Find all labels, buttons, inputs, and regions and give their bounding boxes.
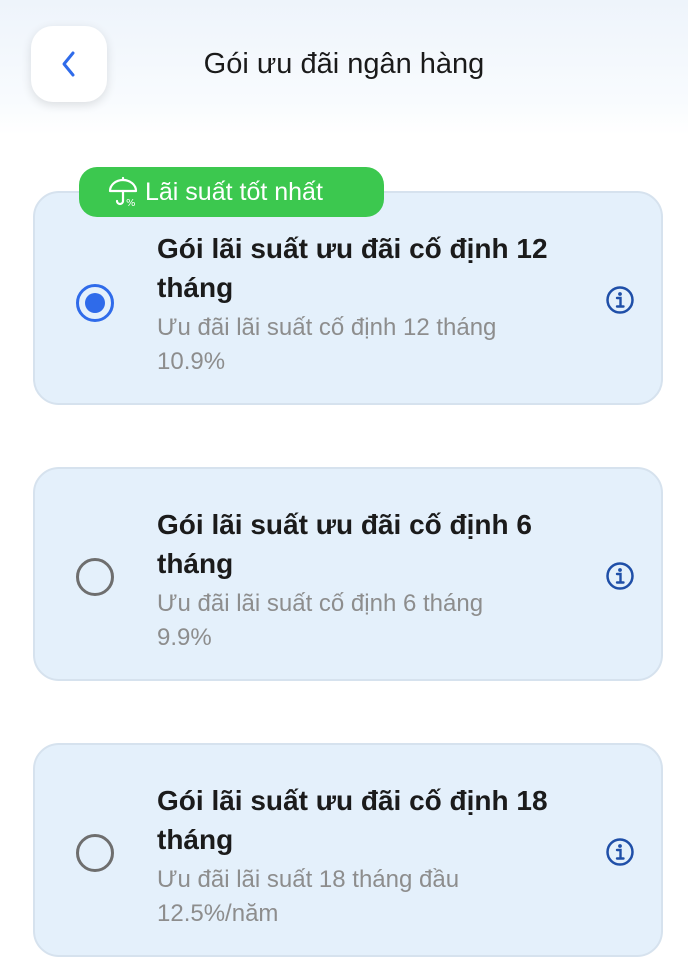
radio-unselected[interactable] <box>76 558 114 596</box>
package-title-line1: Gói lãi suất ưu đãi cố định 6 <box>157 509 532 540</box>
package-rate: 9.9% <box>157 624 212 651</box>
package-description: Ưu đãi lãi suất 18 tháng đầu 12.5%/năm <box>157 863 587 931</box>
package-title-line1: Gói lãi suất ưu đãi cố định 18 <box>157 785 548 816</box>
package-option-6-months[interactable]: Gói lãi suất ưu đãi cố định 6 tháng Ưu đ… <box>33 467 663 681</box>
package-desc-line1: Ưu đãi lãi suất 18 tháng đầu <box>157 866 460 893</box>
package-description: Ưu đãi lãi suất cố định 6 tháng 9.9% <box>157 587 587 655</box>
page-title: Gói ưu đãi ngân hàng <box>203 48 485 80</box>
package-title: Gói lãi suất ưu đãi cố định 6 tháng <box>157 505 587 583</box>
package-title: Gói lãi suất ưu đãi cố định 18 tháng <box>157 781 587 859</box>
package-option-12-months[interactable]: Gói lãi suất ưu đãi cố định 12 tháng Ưu … <box>33 191 663 405</box>
info-icon[interactable] <box>605 285 635 315</box>
package-rate: 12.5%/năm <box>157 900 279 927</box>
package-option-18-months[interactable]: Gói lãi suất ưu đãi cố định 18 tháng Ưu … <box>33 743 663 957</box>
radio-unselected[interactable] <box>76 834 114 872</box>
info-icon[interactable] <box>605 837 635 867</box>
package-title-line2: tháng <box>157 272 234 303</box>
header: Gói ưu đãi ngân hàng <box>0 0 688 135</box>
package-title-line2: tháng <box>157 824 234 855</box>
radio-selected[interactable] <box>76 284 114 322</box>
package-title-line1: Gói lãi suất ưu đãi cố định 12 <box>157 233 548 264</box>
package-title: Gói lãi suất ưu đãi cố định 12 tháng <box>157 229 587 307</box>
umbrella-percent-icon: % <box>108 176 138 208</box>
package-rate: 10.9% <box>157 348 226 375</box>
best-rate-badge: % Lãi suất tốt nhất <box>79 167 384 217</box>
package-desc-line1: Ưu đãi lãi suất cố định 6 tháng <box>157 590 484 617</box>
best-rate-label: Lãi suất tốt nhất <box>145 177 323 206</box>
package-title-line2: tháng <box>157 548 234 579</box>
package-desc-line1: Ưu đãi lãi suất cố định 12 tháng <box>157 314 497 341</box>
info-icon[interactable] <box>605 561 635 591</box>
package-description: Ưu đãi lãi suất cố định 12 tháng 10.9% <box>157 311 587 379</box>
svg-text:%: % <box>126 198 136 208</box>
